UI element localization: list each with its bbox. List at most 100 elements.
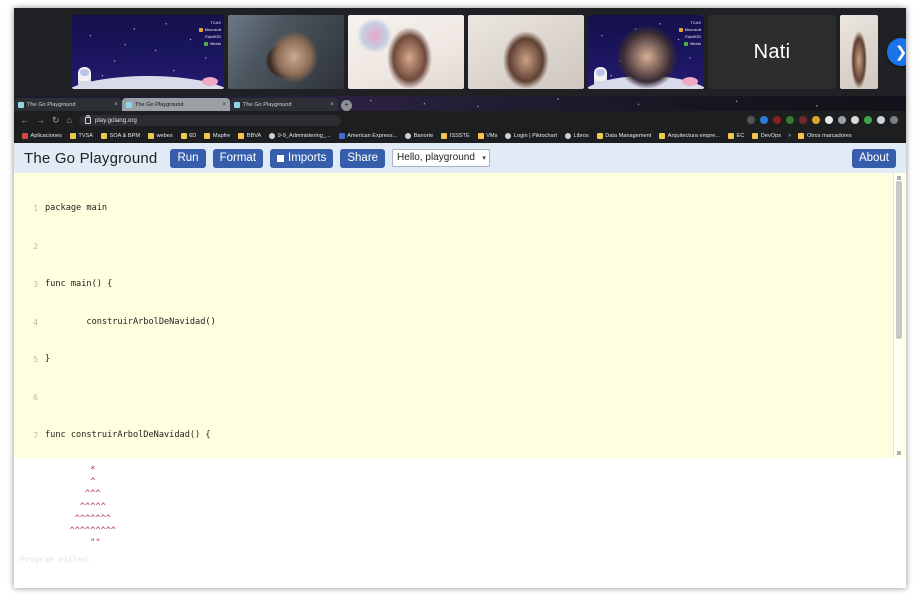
code-line: 2 <box>14 240 892 253</box>
globe-icon <box>269 133 276 139</box>
bookmark-mapfre[interactable]: Mapfre <box>200 133 234 139</box>
format-button[interactable]: Format <box>212 148 264 168</box>
editor-scrollbar[interactable] <box>893 173 904 458</box>
puzzle-icon[interactable] <box>799 116 807 124</box>
bookmark-webex[interactable]: webex <box>144 133 177 139</box>
reload-icon[interactable]: ↻ <box>52 115 60 125</box>
participant-video <box>228 15 344 89</box>
participant-name: Nati <box>753 40 791 63</box>
bookmark-overflow-icon[interactable]: » <box>785 133 794 139</box>
code-line: 6 <box>14 391 892 404</box>
blue-icon <box>338 133 345 139</box>
bookmark-administering[interactable]: 9-9_Administering_... <box>265 133 334 139</box>
bookmark-american-express[interactable]: American Express... <box>335 133 402 139</box>
browser-tab-1[interactable]: The Go Playground × <box>122 98 230 111</box>
participant-video <box>615 25 679 89</box>
planet-icon <box>682 77 698 86</box>
bookmark-tvsa[interactable]: TVSA <box>66 133 97 139</box>
video-tile-active-speaker[interactable]: TCAS Microsoft EduBOD Meets <box>588 15 704 89</box>
avatar-icon[interactable] <box>877 116 885 124</box>
program-output: * ^ ^^^ ^^^^^ ^^^^^^^ ^^^^^^^^^ "" Progr… <box>14 458 906 588</box>
participant-video <box>348 15 464 89</box>
bookmark-piktochart[interactable]: Login | Piktochart <box>501 133 561 139</box>
bookmark-issste[interactable]: ISSSTE <box>437 133 473 139</box>
red-ext-icon[interactable] <box>773 116 781 124</box>
participant-video <box>468 15 584 89</box>
imports-checkbox[interactable]: Imports <box>270 148 334 168</box>
exit-status: Program exited. <box>20 555 93 565</box>
bookmark-soa-bpm[interactable]: SOA & BPM <box>97 133 144 139</box>
grid-icon[interactable] <box>851 116 859 124</box>
video-tile-nati[interactable]: Nati <box>708 15 836 89</box>
code-editor[interactable]: 1 package main 2 3 func main() { 4 constru… <box>14 173 906 458</box>
chrome-icon[interactable] <box>864 116 872 124</box>
share-button[interactable]: Share <box>340 148 386 168</box>
astronaut-icon <box>594 67 607 87</box>
line-number: 6 <box>33 392 38 403</box>
run-label: Run <box>177 151 199 164</box>
about-label: About <box>858 151 889 164</box>
wallpaper-label-0: TCAS <box>690 20 701 25</box>
code-line: 5} <box>14 353 892 366</box>
line-text: } <box>45 354 51 365</box>
video-tile-woman-room[interactable] <box>468 15 584 89</box>
home-icon[interactable]: ⌂ <box>67 115 72 125</box>
browser-tab-2[interactable]: The Go Playground × <box>230 98 338 111</box>
profile-icon[interactable] <box>890 116 898 124</box>
scroll-up-icon[interactable] <box>897 176 901 180</box>
video-tile-girl-floral[interactable] <box>348 15 464 89</box>
bookmark-libros[interactable]: Libros <box>561 133 593 139</box>
wallpaper-label-0: TCAS <box>210 20 221 25</box>
wallpaper-labels: TCAS Microsoft EduBOD Meets <box>198 19 221 47</box>
planet-icon <box>202 77 218 86</box>
bookmark-6d[interactable]: 6D <box>177 133 201 139</box>
folder-icon <box>69 133 76 139</box>
about-button[interactable]: About <box>851 148 896 168</box>
url-text: play.golang.org <box>94 116 137 124</box>
tab-strip: The Go Playground × The Go Playground × … <box>14 96 906 111</box>
address-input[interactable]: play.golang.org <box>78 114 341 126</box>
close-icon[interactable]: × <box>222 102 226 108</box>
browser-tab-0[interactable]: The Go Playground × <box>14 98 122 111</box>
search-icon[interactable] <box>747 116 755 124</box>
globe-icon <box>505 133 512 139</box>
playground-toolbar: The Go Playground Run Format Imports Sha… <box>14 143 906 173</box>
wallpaper-label-3: Meets <box>679 40 701 47</box>
back-icon[interactable]: ← <box>20 115 29 125</box>
bookmark-ec[interactable]: EC <box>724 133 748 139</box>
video-tile-student-writing[interactable] <box>228 15 344 89</box>
wallpaper-labels: TCAS Microsoft EduBOD Meets <box>678 19 701 47</box>
globe-icon <box>405 133 412 139</box>
run-button[interactable]: Run <box>170 148 206 168</box>
bookmark-banorte[interactable]: Banorte <box>401 133 437 139</box>
new-tab-button[interactable]: + <box>341 100 352 111</box>
video-tile-wallpaper[interactable]: TCAS Microsoft EduBOD Meets <box>72 15 224 89</box>
scrollbar-thumb[interactable] <box>896 181 902 339</box>
example-select-wrapper[interactable]: Hello, playground ▾ <box>392 149 490 167</box>
bookmark-bbva[interactable]: BBVA <box>234 133 265 139</box>
bookmark-vms[interactable]: VMs <box>474 133 502 139</box>
code-content[interactable]: 1 package main 2 3 func main() { 4 constru… <box>14 173 892 458</box>
bookmark-data-management[interactable]: Data Management <box>593 133 656 139</box>
close-icon[interactable]: × <box>330 102 334 108</box>
bookmark-otros-marcadores[interactable]: Otros marcadores <box>794 133 855 139</box>
star-icon[interactable] <box>760 116 768 124</box>
orange-ext-icon[interactable] <box>812 116 820 124</box>
globe-icon <box>565 133 571 139</box>
scroll-down-icon[interactable] <box>897 451 901 455</box>
forward-icon[interactable]: → <box>36 115 45 125</box>
bookmark-arquitectura[interactable]: Arquitectura empre... <box>655 133 724 139</box>
line-text <box>45 391 892 404</box>
close-icon[interactable]: × <box>114 102 118 108</box>
bookmark-devops[interactable]: DevOps <box>748 133 785 139</box>
chevron-right-icon[interactable]: ❯ <box>887 38 906 66</box>
video-tile-partial[interactable] <box>840 15 878 89</box>
folder-icon <box>798 133 805 139</box>
gear-icon[interactable] <box>825 116 833 124</box>
example-select[interactable]: Hello, playground <box>392 149 490 167</box>
bookmark-aplicaciones[interactable]: Aplicaciones <box>18 133 66 139</box>
folder-icon <box>148 133 154 139</box>
address-bar-row: ← → ↻ ⌂ play.golang.org <box>14 111 906 129</box>
media-icon[interactable] <box>838 116 846 124</box>
green-ext-icon[interactable] <box>786 116 794 124</box>
